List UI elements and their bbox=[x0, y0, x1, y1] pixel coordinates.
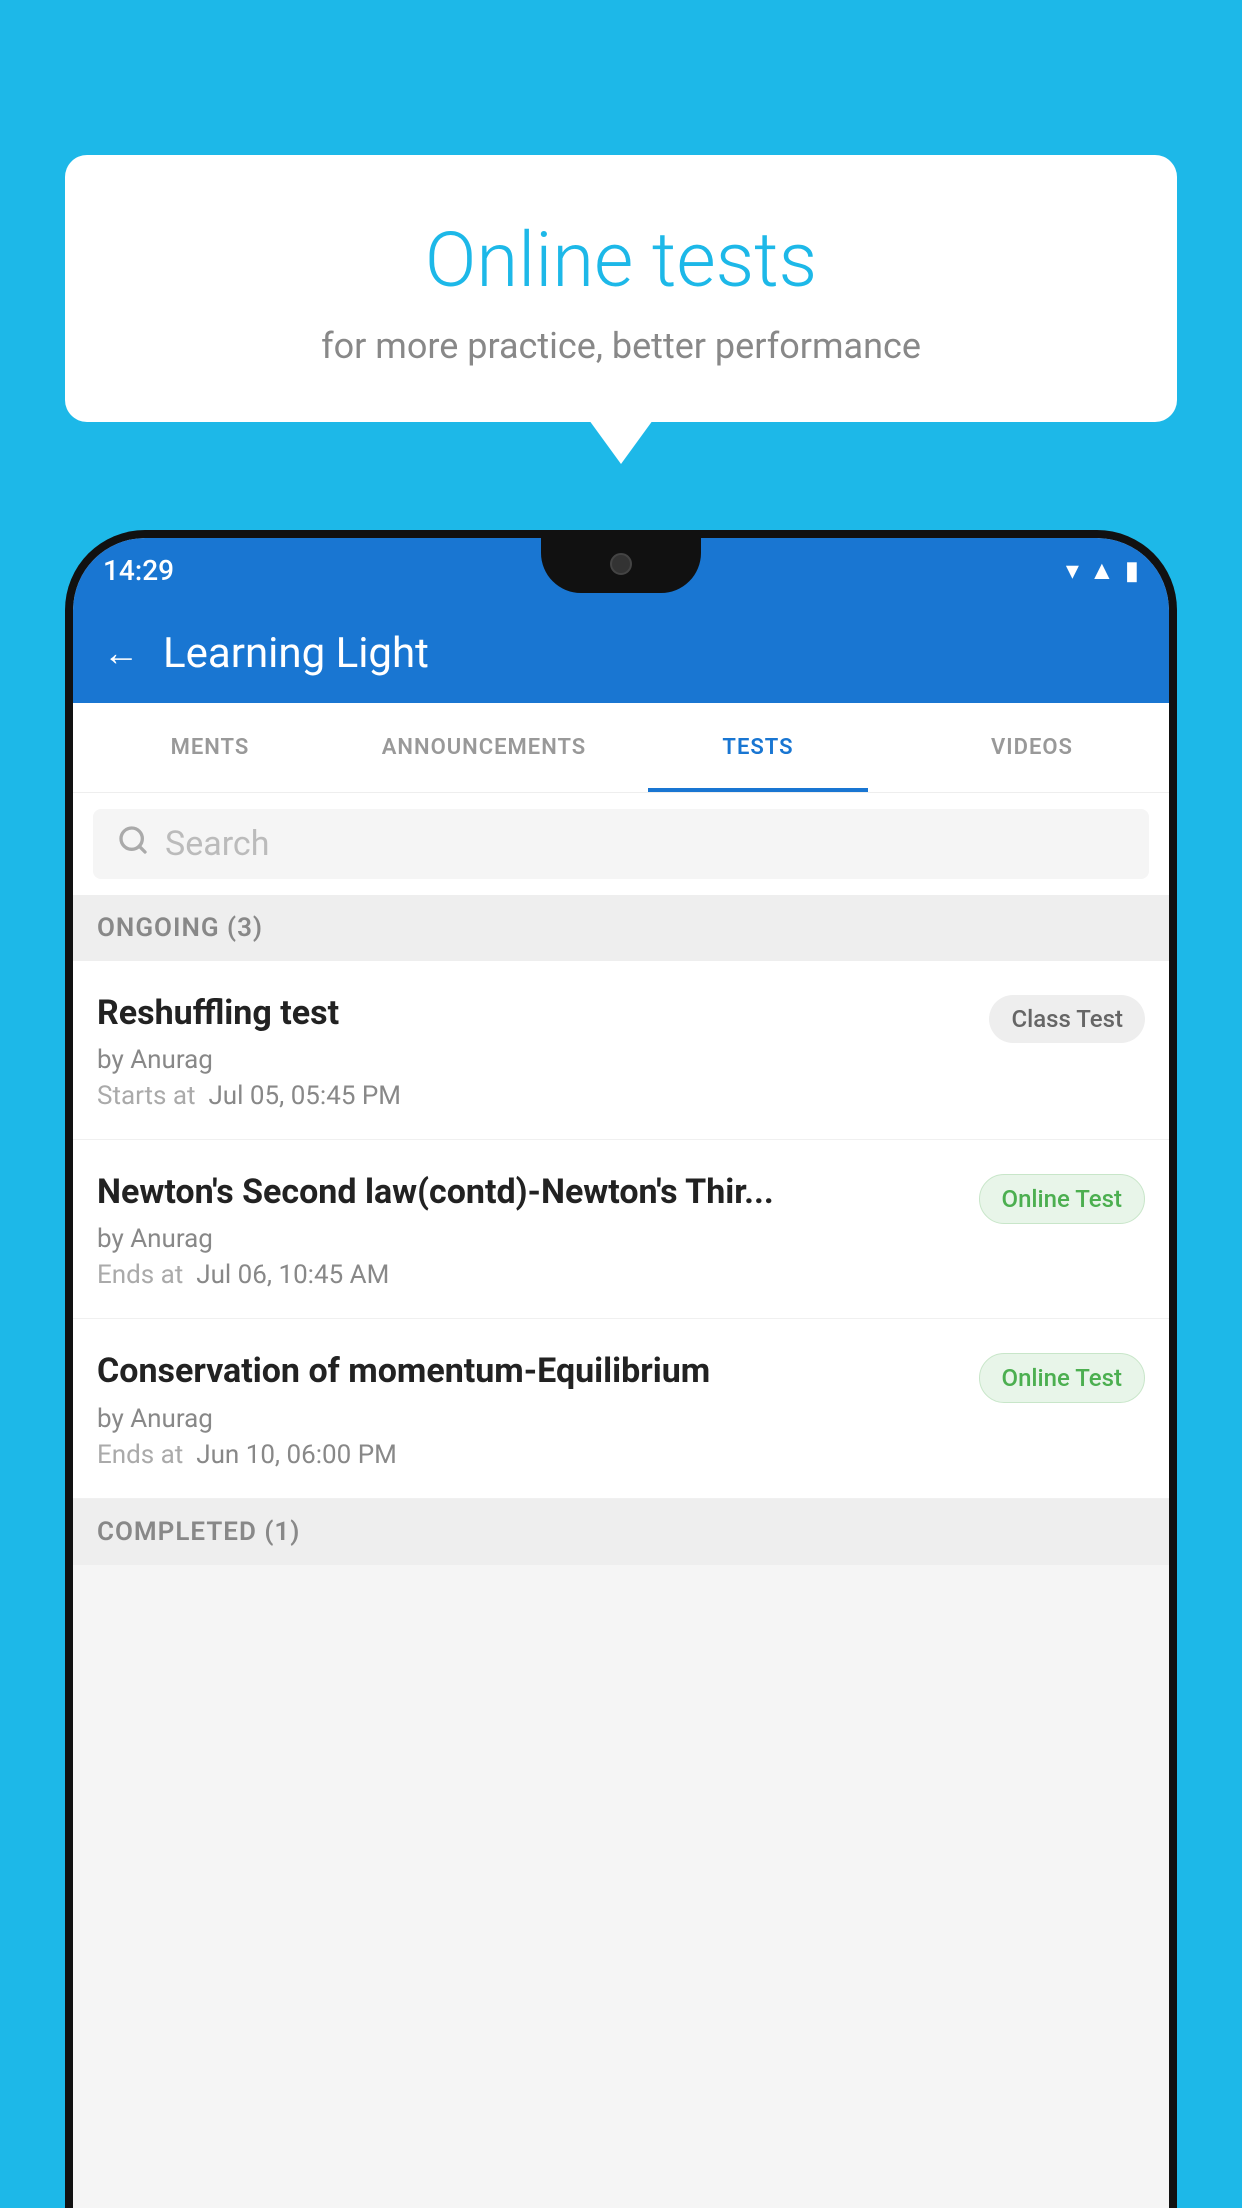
status-bar: 14:29 ▾ ▲ ▮ bbox=[73, 538, 1169, 603]
phone-frame: 14:29 ▾ ▲ ▮ ← Learning Light MENTS bbox=[65, 530, 1177, 2208]
time-label-1: Starts at bbox=[97, 1081, 208, 1111]
app-bar-title: Learning Light bbox=[163, 629, 429, 678]
wifi-icon: ▾ bbox=[1066, 556, 1079, 586]
content-area: Search ONGOING (3) Reshuffling test by A… bbox=[73, 793, 1169, 2208]
tab-tests[interactable]: TESTS bbox=[621, 703, 895, 792]
test-info-3: Conservation of momentum-Equilibrium by … bbox=[97, 1349, 963, 1469]
phone-screen: 14:29 ▾ ▲ ▮ ← Learning Light MENTS bbox=[73, 538, 1169, 2208]
search-icon bbox=[117, 824, 149, 864]
test-author-2: by Anurag bbox=[97, 1224, 963, 1254]
search-placeholder: Search bbox=[165, 824, 269, 864]
speech-bubble-subtitle: for more practice, better performance bbox=[115, 325, 1127, 367]
test-time-3: Ends at Jun 10, 06:00 PM bbox=[97, 1440, 963, 1470]
status-icons: ▾ ▲ ▮ bbox=[1066, 555, 1139, 586]
time-label-3: Ends at bbox=[97, 1440, 196, 1470]
search-bar[interactable]: Search bbox=[93, 809, 1149, 879]
app-bar: ← Learning Light bbox=[73, 603, 1169, 703]
test-author-1: by Anurag bbox=[97, 1045, 973, 1075]
badge-1: Class Test bbox=[989, 995, 1145, 1043]
notch-camera bbox=[610, 553, 632, 575]
ongoing-section-label: ONGOING (3) bbox=[97, 913, 263, 943]
test-item-3[interactable]: Conservation of momentum-Equilibrium by … bbox=[73, 1319, 1169, 1498]
search-container: Search bbox=[73, 793, 1169, 895]
tabs-bar: MENTS ANNOUNCEMENTS TESTS VIDEOS bbox=[73, 703, 1169, 793]
signal-icon: ▲ bbox=[1089, 555, 1115, 586]
test-time-2: Ends at Jul 06, 10:45 AM bbox=[97, 1260, 963, 1290]
test-author-3: by Anurag bbox=[97, 1404, 963, 1434]
test-name-3: Conservation of momentum-Equilibrium bbox=[97, 1349, 963, 1393]
test-item-2[interactable]: Newton's Second law(contd)-Newton's Thir… bbox=[73, 1140, 1169, 1319]
test-info-2: Newton's Second law(contd)-Newton's Thir… bbox=[97, 1170, 963, 1290]
tab-announcements[interactable]: ANNOUNCEMENTS bbox=[347, 703, 621, 792]
tab-ments[interactable]: MENTS bbox=[73, 703, 347, 792]
phone-inner: 14:29 ▾ ▲ ▮ ← Learning Light MENTS bbox=[73, 538, 1169, 2208]
test-list: Reshuffling test by Anurag Starts at Jul… bbox=[73, 961, 1169, 1499]
test-info-1: Reshuffling test by Anurag Starts at Jul… bbox=[97, 991, 973, 1111]
test-name-2: Newton's Second law(contd)-Newton's Thir… bbox=[97, 1170, 963, 1214]
tab-videos[interactable]: VIDEOS bbox=[895, 703, 1169, 792]
time-label-2: Ends at bbox=[97, 1260, 196, 1290]
speech-bubble-title: Online tests bbox=[115, 215, 1127, 305]
completed-section-header: COMPLETED (1) bbox=[73, 1499, 1169, 1565]
completed-section-label: COMPLETED (1) bbox=[97, 1517, 300, 1547]
ongoing-section-header: ONGOING (3) bbox=[73, 895, 1169, 961]
badge-2: Online Test bbox=[979, 1174, 1145, 1224]
badge-3: Online Test bbox=[979, 1353, 1145, 1403]
speech-bubble: Online tests for more practice, better p… bbox=[65, 155, 1177, 422]
test-time-1: Starts at Jul 05, 05:45 PM bbox=[97, 1081, 973, 1111]
notch bbox=[541, 538, 701, 593]
back-button[interactable]: ← bbox=[103, 632, 139, 674]
battery-icon: ▮ bbox=[1125, 556, 1139, 586]
status-time: 14:29 bbox=[103, 554, 174, 587]
speech-bubble-container: Online tests for more practice, better p… bbox=[65, 155, 1177, 422]
test-item-1[interactable]: Reshuffling test by Anurag Starts at Jul… bbox=[73, 961, 1169, 1140]
test-name-1: Reshuffling test bbox=[97, 991, 973, 1035]
